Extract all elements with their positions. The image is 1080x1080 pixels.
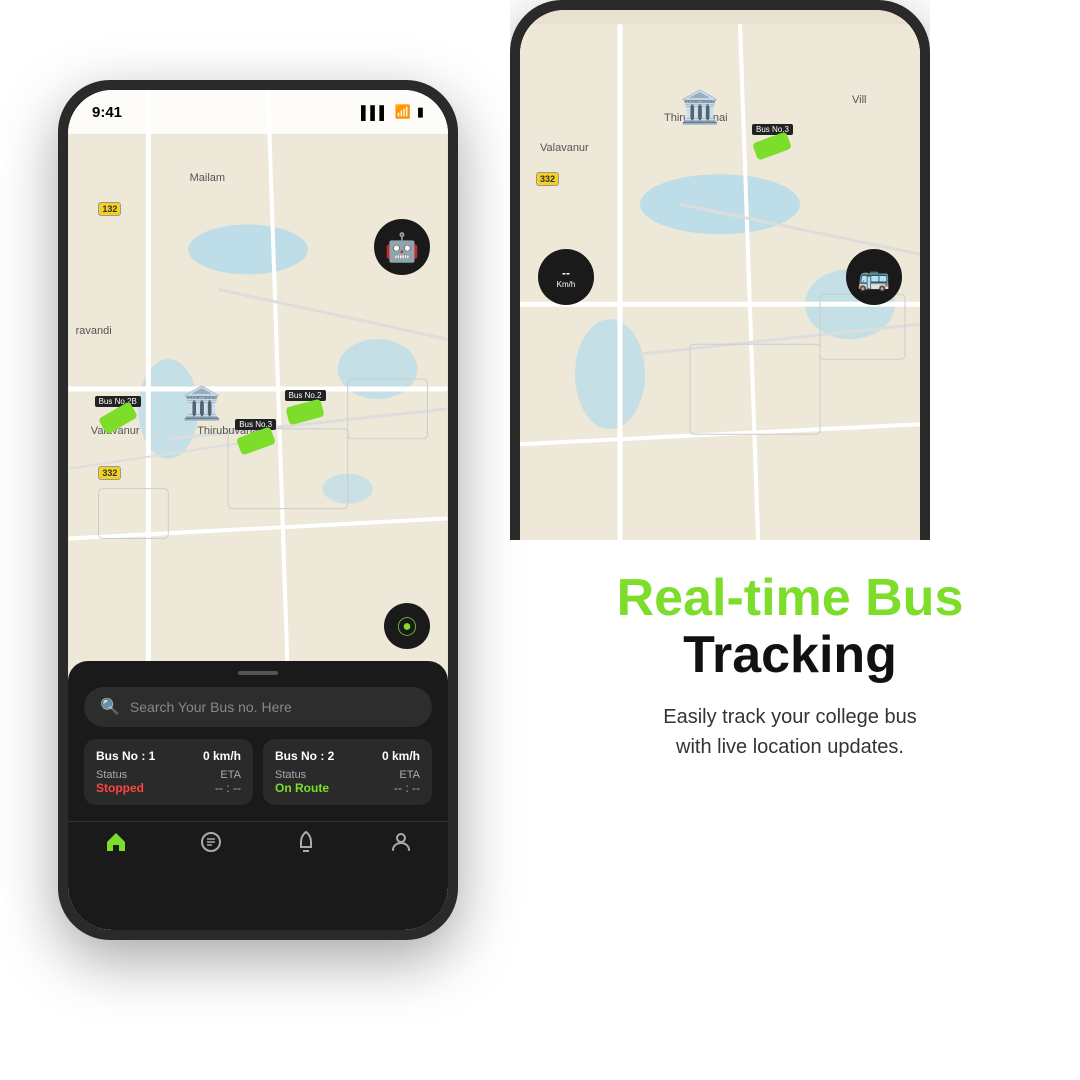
bus-label-2b: Bus No.2B — [95, 396, 141, 407]
location-button[interactable]: ⦿ — [384, 603, 430, 649]
p2-map-label-vill: Vill — [852, 94, 866, 106]
search-input[interactable]: Search Your Bus no. Here — [130, 699, 292, 715]
right-text-section: Real-time Bus Tracking Easily track your… — [550, 570, 1030, 762]
bus-marker-2b[interactable]: Bus No.2B — [95, 396, 141, 427]
phone1-map: 9:41 ▌▌▌ 📶 ▮ Mailam Valavanur Thirubuvan… — [68, 90, 448, 678]
search-bar[interactable]: 🔍 Search Your Bus no. Here — [84, 687, 432, 727]
bus-card-2[interactable]: Bus No : 2 0 km/h Status ETA On Route --… — [263, 739, 432, 805]
phone1-bottom-panel: 🔍 Search Your Bus no. Here Bus No : 1 0 … — [68, 661, 448, 930]
bus-card-1[interactable]: Bus No : 1 0 km/h Status ETA Stopped -- … — [84, 739, 253, 805]
bus2-status-val: On Route — [275, 781, 329, 795]
headline-black: Tracking — [550, 627, 1030, 684]
road-badge-332: 332 — [98, 466, 121, 480]
bus2-status-label: Status — [275, 769, 306, 781]
nav-profile[interactable] — [389, 830, 413, 854]
phone1-bottom-nav — [68, 821, 448, 870]
map-label-mailam: Mailam — [190, 172, 225, 184]
speed-button[interactable]: -- Km/h — [538, 249, 594, 305]
bus1-status-label: Status — [96, 769, 127, 781]
speed-unit: Km/h — [557, 280, 576, 289]
bus1-eta-val: -- : -- — [215, 781, 241, 795]
signal-icon: ▌▌▌ — [361, 105, 389, 120]
search-icon: 🔍 — [100, 697, 120, 717]
p2-map-label-valavanur: Valavanur — [540, 142, 589, 154]
bus2-eta-label: ETA — [399, 769, 420, 781]
headline-green: Real-time Bus — [550, 570, 1030, 627]
robot-avatar[interactable]: 🤖 — [374, 219, 430, 275]
p2-bus-label-3: Bus No.3 — [752, 124, 793, 135]
bus-cards: Bus No : 1 0 km/h Status ETA Stopped -- … — [84, 739, 432, 805]
nav-chat[interactable] — [199, 830, 223, 854]
p2-road-badge-332: 332 — [536, 172, 559, 186]
bus1-status-val: Stopped — [96, 781, 144, 795]
phone2-map: Valavanur Thirubuvanai Vill 332 🏛️ Bus N… — [520, 10, 920, 540]
bus-circle-button[interactable]: 🚌 — [846, 249, 902, 305]
bus2-eta-val: -- : -- — [394, 781, 420, 795]
phone2-frame: Valavanur Thirubuvanai Vill 332 🏛️ Bus N… — [510, 0, 930, 540]
phone1-status-bar: 9:41 ▌▌▌ 📶 ▮ — [68, 90, 448, 134]
phone2-wrapper: Valavanur Thirubuvanai Vill 332 🏛️ Bus N… — [510, 0, 930, 540]
p2-building-icon: 🏛️ — [680, 88, 720, 126]
subtext: Easily track your college buswith live l… — [550, 702, 1030, 762]
building-icon: 🏛️ — [182, 384, 222, 422]
wifi-icon: 📶 — [395, 104, 411, 120]
battery-icon: ▮ — [417, 104, 424, 120]
bus2-speed: 0 km/h — [382, 749, 420, 763]
bus1-speed: 0 km/h — [203, 749, 241, 763]
phone1-frame: 9:41 ▌▌▌ 📶 ▮ Mailam Valavanur Thirubuvan… — [58, 80, 458, 940]
bus1-title: Bus No : 1 — [96, 749, 155, 763]
road-badge-132: 132 — [98, 202, 121, 216]
status-icons: ▌▌▌ 📶 ▮ — [361, 104, 424, 120]
bus1-eta-label: ETA — [220, 769, 241, 781]
p2-bus-marker-3[interactable]: Bus No.3 — [752, 124, 793, 155]
speed-value: -- — [562, 266, 570, 280]
bus-marker-3[interactable]: Bus No.3 — [235, 419, 276, 450]
bus-marker-2[interactable]: Bus No.2 — [285, 390, 326, 421]
phone2-screen: Valavanur Thirubuvanai Vill 332 🏛️ Bus N… — [520, 10, 920, 540]
nav-home[interactable] — [104, 830, 128, 854]
nav-bell[interactable] — [294, 830, 318, 854]
status-time: 9:41 — [92, 104, 122, 121]
map-label-ravandi: ravandi — [76, 325, 112, 337]
drag-handle — [238, 671, 278, 675]
bus2-title: Bus No : 2 — [275, 749, 334, 763]
phone1-screen: 9:41 ▌▌▌ 📶 ▮ Mailam Valavanur Thirubuvan… — [68, 90, 448, 930]
